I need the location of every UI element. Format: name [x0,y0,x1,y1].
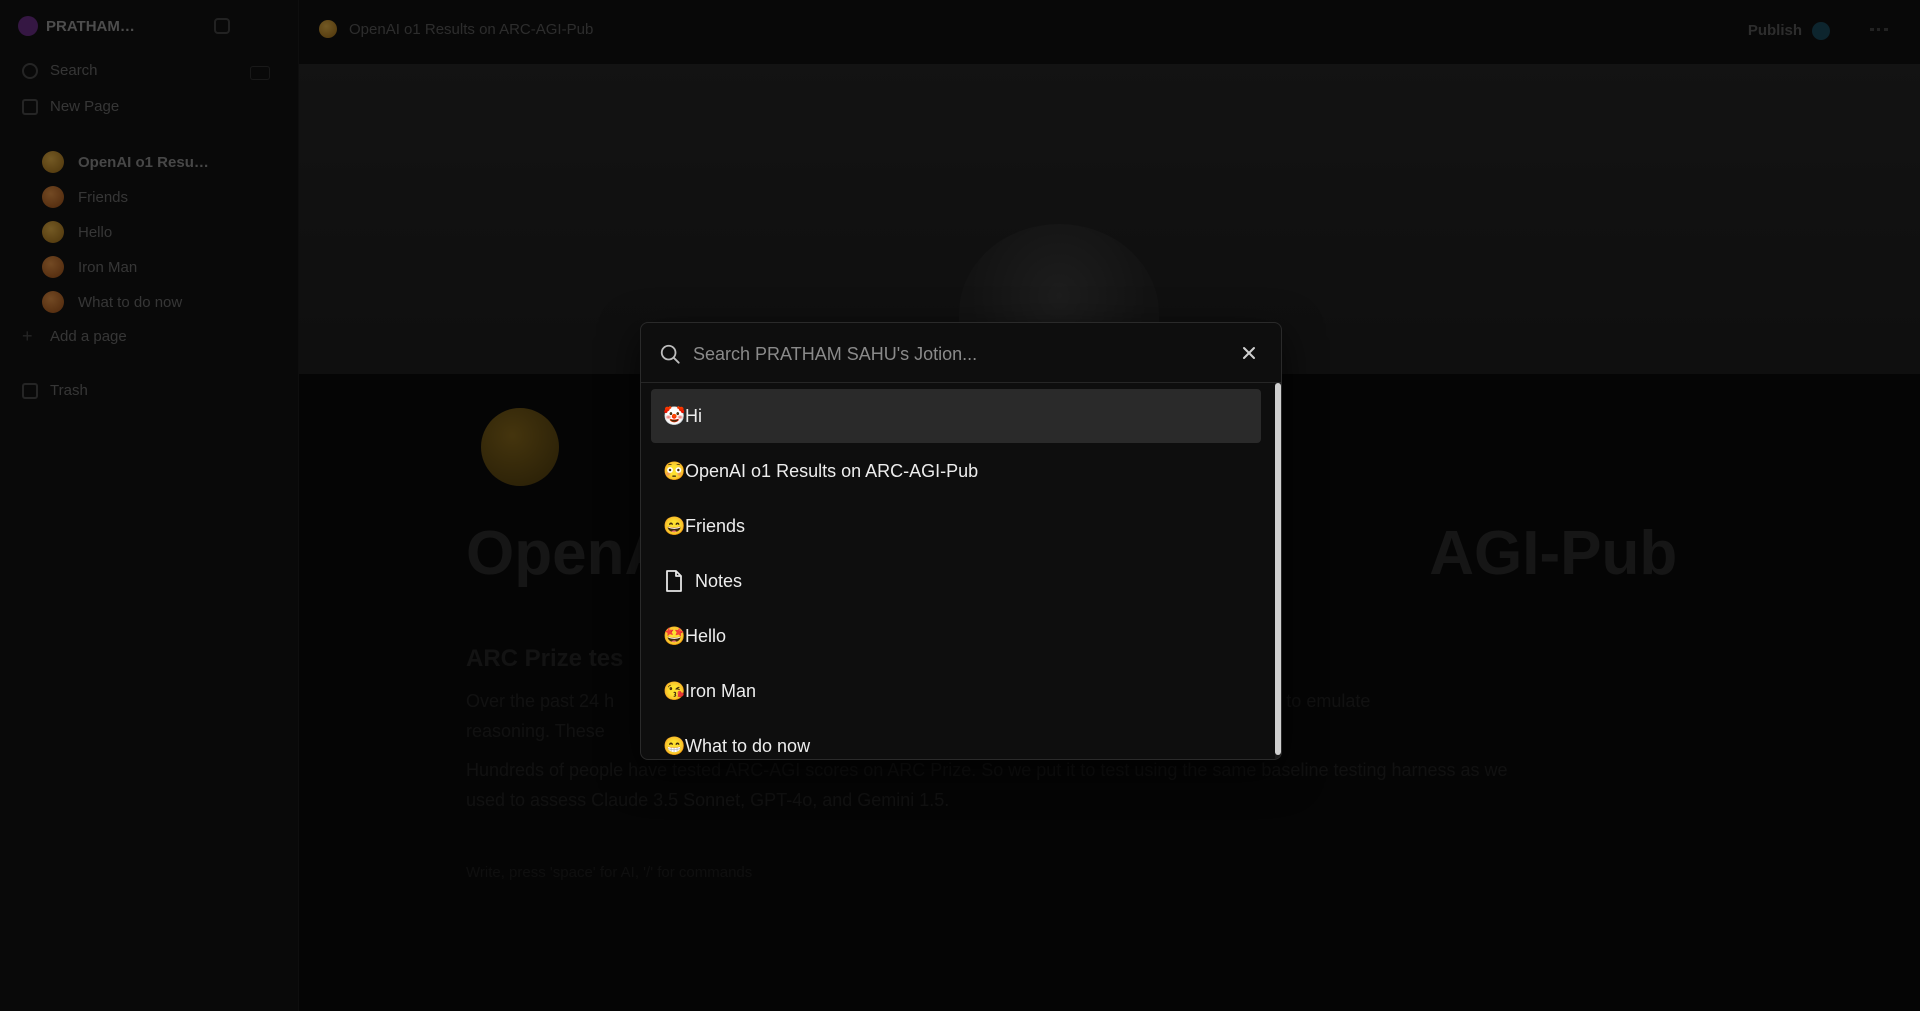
result-item-hello[interactable]: 🤩 Hello [651,609,1261,663]
result-item-what-to-do-now[interactable]: 😁 What to do now [651,719,1261,759]
smile-emoji-icon: 😄 [663,515,686,536]
result-item-notes[interactable]: Notes [651,554,1261,608]
result-label: Hello [685,625,727,646]
search-bar [641,323,1281,383]
result-label: Notes [695,570,743,591]
result-item-openai[interactable]: 😳 OpenAI o1 Results on ARC-AGI-Pub [651,444,1261,498]
result-label: Iron Man [685,680,757,701]
search-results-list: 🤡 Hi 😳 OpenAI o1 Results on ARC-AGI-Pub … [651,389,1261,759]
scrollbar-thumb[interactable] [1275,383,1281,755]
search-input[interactable] [691,335,1215,373]
result-label: OpenAI o1 Results on ARC-AGI-Pub [685,460,979,481]
star-struck-emoji-icon: 🤩 [663,625,686,646]
flushed-emoji-icon: 😳 [663,460,686,481]
clown-emoji-icon: 🤡 [663,405,686,426]
result-item-friends[interactable]: 😄 Friends [651,499,1261,553]
search-dialog: 🤡 Hi 😳 OpenAI o1 Results on ARC-AGI-Pub … [640,322,1282,760]
kiss-emoji-icon: 😘 [663,680,686,701]
result-label: Hi [685,405,702,426]
result-item-hi[interactable]: 🤡 Hi [651,389,1261,443]
result-label: Friends [685,515,746,536]
search-icon [660,344,680,364]
close-icon[interactable] [1237,341,1261,365]
result-label: What to do now [685,735,811,756]
document-icon [663,569,685,593]
result-item-iron-man[interactable]: 😘 Iron Man [651,664,1261,718]
grin-emoji-icon: 😁 [663,735,686,756]
